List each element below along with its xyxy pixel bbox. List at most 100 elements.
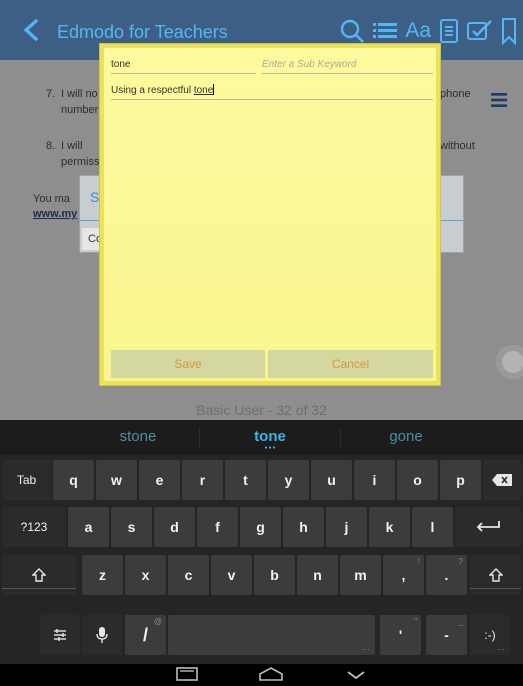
note-body-text: Using a respectful — [111, 85, 194, 96]
key-c[interactable]: c — [168, 555, 209, 595]
status-text: Basic User - 32 of 32 — [196, 402, 327, 418]
key-h[interactable]: h — [283, 507, 324, 547]
key-comma-label: , — [401, 567, 406, 583]
key-x[interactable]: x — [125, 555, 166, 595]
shift-key-left[interactable] — [2, 555, 76, 595]
card-divider — [80, 220, 100, 221]
key-comma-hint: ! — [417, 557, 420, 566]
space-bar[interactable]: … — [168, 615, 375, 655]
item-8-fragment: without — [440, 140, 475, 152]
key-u[interactable]: u — [311, 460, 352, 500]
shift-icon — [32, 568, 46, 582]
backspace-key[interactable] — [483, 460, 521, 500]
key-l[interactable]: l — [412, 507, 453, 547]
soft-keyboard: stone tone gone Tab q w e r t y u i o p … — [0, 420, 523, 664]
keyword-input[interactable]: tone — [111, 58, 256, 74]
bookmark-icon[interactable] — [501, 17, 517, 45]
key-r[interactable]: r — [182, 460, 223, 500]
key-slash-label: / — [142, 624, 148, 645]
scroll-handle[interactable] — [496, 345, 523, 379]
key-z[interactable]: z — [82, 555, 123, 595]
symbols-key[interactable]: ?123 — [2, 507, 66, 547]
recent-apps-icon[interactable] — [176, 667, 198, 681]
paragraph-text: You ma — [33, 193, 70, 205]
list-item-7: 7. I will no number — [46, 88, 99, 116]
note-body-word: tone — [193, 85, 214, 96]
tab-key[interactable]: Tab — [2, 460, 51, 500]
key-dash-label: - — [444, 627, 449, 643]
item-7-fragment: phone — [440, 88, 471, 100]
suggestion-stone[interactable]: stone — [68, 428, 208, 445]
shift-underline — [2, 588, 76, 589]
key-q[interactable]: q — [53, 460, 94, 500]
background-card: S Co — [79, 175, 104, 253]
key-s[interactable]: s — [111, 507, 152, 547]
key-p[interactable]: p — [440, 460, 481, 500]
hide-keyboard-icon[interactable] — [346, 670, 366, 680]
key-apostrophe[interactable]: ' " — [380, 615, 421, 655]
key-dash-hint: _ — [458, 617, 463, 626]
more-suggestions-indicator — [264, 446, 276, 449]
emoticon-key[interactable]: :-) … — [470, 615, 510, 655]
key-period-label: . — [444, 567, 449, 583]
key-j[interactable]: j — [326, 507, 367, 547]
space-bar-indicator: … — [362, 643, 370, 652]
suggestion-gone[interactable]: gone — [336, 428, 476, 445]
shift-icon — [488, 568, 503, 582]
key-b[interactable]: b — [254, 555, 295, 595]
navigation-bar — [0, 664, 523, 686]
emoticon-indicator: … — [497, 643, 505, 652]
menu-icon[interactable] — [491, 93, 507, 107]
home-icon[interactable] — [258, 666, 284, 682]
list-icon[interactable] — [373, 20, 398, 42]
document-icon[interactable] — [439, 19, 459, 43]
key-d[interactable]: d — [154, 507, 195, 547]
note-body-input[interactable]: Using a respectful tone — [111, 84, 433, 100]
key-n[interactable]: n — [297, 555, 338, 595]
shift-underline — [470, 588, 521, 589]
sticky-note-dialog: tone Enter a Sub Keyword Using a respect… — [100, 44, 440, 385]
key-apostrophe-hint: " — [414, 617, 417, 626]
key-e[interactable]: e — [139, 460, 180, 500]
card-letter: S — [90, 189, 100, 205]
key-apostrophe-label: ' — [398, 627, 403, 643]
key-w[interactable]: w — [96, 460, 137, 500]
key-a[interactable]: a — [68, 507, 109, 547]
key-v[interactable]: v — [211, 555, 252, 595]
suggestion-tone[interactable]: tone — [200, 428, 340, 445]
website-link[interactable]: www.my — [33, 206, 77, 222]
key-dash[interactable]: - _ — [426, 615, 467, 655]
key-comma[interactable]: , ! — [383, 555, 424, 595]
back-chevron-icon[interactable] — [20, 18, 44, 42]
key-k[interactable]: k — [369, 507, 410, 547]
key-slash-hint: @ — [153, 617, 162, 626]
save-button[interactable]: Save — [111, 350, 265, 378]
search-icon[interactable] — [339, 18, 365, 44]
suggestion-strip: stone tone gone — [0, 420, 523, 455]
settings-sliders-icon — [54, 629, 66, 641]
text-caret — [213, 84, 215, 95]
key-g[interactable]: g — [240, 507, 281, 547]
key-m[interactable]: m — [340, 555, 381, 595]
key-period[interactable]: . ? — [426, 555, 467, 595]
enter-arrow-icon — [476, 521, 500, 532]
subkeyword-input[interactable]: Enter a Sub Keyword — [262, 58, 433, 74]
enter-key[interactable] — [455, 507, 521, 547]
key-t[interactable]: t — [225, 460, 266, 500]
emoticon-label: :-) — [484, 628, 496, 642]
app-title: Edmodo for Teachers — [57, 22, 228, 42]
key-y[interactable]: y — [268, 460, 309, 500]
toolbar: Aa — [339, 16, 517, 46]
key-i[interactable]: i — [354, 460, 395, 500]
key-f[interactable]: f — [197, 507, 238, 547]
key-slash[interactable]: / @ — [125, 615, 166, 655]
font-size-button[interactable]: Aa — [405, 17, 431, 45]
settings-key[interactable] — [40, 615, 80, 655]
edit-note-icon[interactable] — [467, 19, 493, 43]
key-o[interactable]: o — [397, 460, 438, 500]
voice-input-key[interactable] — [82, 615, 122, 655]
cancel-button[interactable]: Cancel — [268, 350, 433, 378]
key-period-hint: ? — [458, 557, 463, 566]
list-item-8: 8. I will permiss — [46, 140, 100, 168]
shift-key-right[interactable] — [470, 555, 521, 595]
